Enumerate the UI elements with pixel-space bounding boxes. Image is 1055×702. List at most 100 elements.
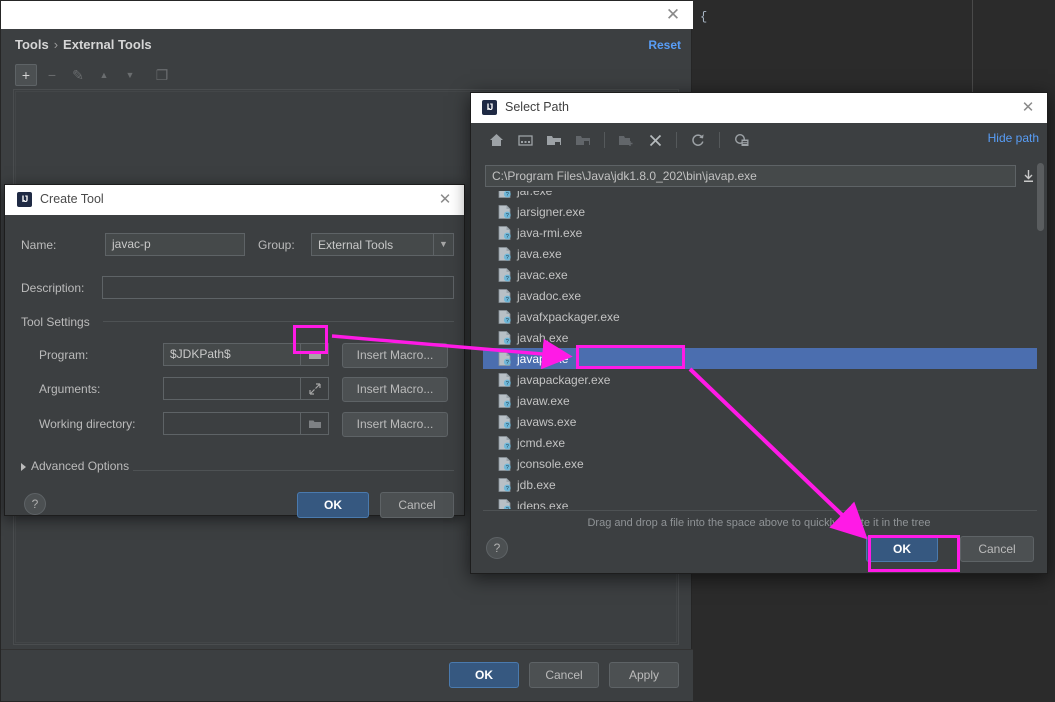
file-list-item[interactable]: ? javac.exe (483, 264, 1037, 285)
select-path-ok-button[interactable]: OK (866, 536, 938, 562)
program-insert-macro-button[interactable]: Insert Macro... (342, 343, 448, 368)
advanced-options-toggle[interactable]: Advanced Options (21, 459, 129, 473)
remove-tool-button[interactable]: − (41, 64, 63, 86)
edit-tool-button[interactable]: ✎ (67, 64, 89, 86)
file-list-scroll-content: ? jar.exe? jarsigner.exe? java-rmi.exe? java… (483, 191, 1037, 509)
arguments-expand-button[interactable] (301, 377, 329, 400)
group-combobox[interactable]: External Tools ▼ (311, 233, 454, 256)
file-list-scrollbar[interactable] (1037, 163, 1044, 231)
settings-apply-button[interactable]: Apply (609, 662, 679, 688)
file-list[interactable]: ? jar.exe? jarsigner.exe? java-rmi.exe? java… (483, 191, 1037, 509)
svg-text:?: ? (506, 402, 509, 408)
group-label: Group: (258, 238, 295, 252)
working-directory-label: Working directory: (39, 417, 136, 431)
breadcrumb-root[interactable]: Tools (15, 37, 49, 52)
editor-background (695, 0, 972, 100)
insert-path-icon[interactable] (1019, 165, 1037, 187)
svg-text:?: ? (506, 213, 509, 219)
toolbar-separator (719, 132, 720, 148)
refresh-icon[interactable] (685, 128, 711, 152)
create-tool-help-button[interactable]: ? (24, 493, 46, 515)
file-name-label: java-rmi.exe (517, 225, 583, 240)
file-list-item[interactable]: ? javaws.exe (483, 411, 1037, 432)
working-directory-browse-button[interactable] (301, 412, 329, 435)
intellij-logo-icon: IJ (482, 100, 497, 115)
file-name-label: javafxpackager.exe (517, 309, 620, 324)
home-icon[interactable] (483, 128, 509, 152)
arguments-insert-macro-button[interactable]: Insert Macro... (342, 377, 448, 402)
program-browse-button[interactable] (301, 343, 329, 366)
file-list-item[interactable]: ? jar.exe (483, 191, 1037, 201)
settings-cancel-button[interactable]: Cancel (529, 662, 599, 688)
file-name-label: jconsole.exe (517, 456, 584, 471)
project-folder-icon[interactable] (541, 128, 567, 152)
settings-ok-button[interactable]: OK (449, 662, 519, 688)
intellij-logo-icon: IJ (17, 192, 32, 207)
create-tool-ok-button[interactable]: OK (297, 492, 369, 518)
chevron-right-icon (21, 462, 26, 471)
select-path-cancel-button[interactable]: Cancel (960, 536, 1034, 562)
exe-file-icon: ? (498, 456, 511, 471)
move-up-button[interactable]: ▲ (93, 64, 115, 86)
add-tool-button[interactable]: + (15, 64, 37, 86)
file-name-label: javap.exe (517, 351, 569, 366)
reset-link[interactable]: Reset (648, 38, 681, 52)
file-name-label: javapackager.exe (517, 372, 611, 387)
create-tool-cancel-button[interactable]: Cancel (380, 492, 454, 518)
file-list-item[interactable]: ? jcmd.exe (483, 432, 1037, 453)
svg-text:?: ? (506, 486, 509, 492)
description-label: Description: (21, 281, 85, 295)
exe-file-icon: ? (498, 477, 511, 492)
folder-icon (308, 351, 321, 359)
delete-icon[interactable] (642, 128, 668, 152)
hide-path-link[interactable]: Hide path (988, 131, 1039, 145)
exe-file-icon: ? (498, 309, 511, 324)
create-tool-title: Create Tool (40, 192, 104, 206)
file-name-label: javadoc.exe (517, 288, 582, 303)
file-list-item[interactable]: ? java-rmi.exe (483, 222, 1037, 243)
file-list-item[interactable]: ? javafxpackager.exe (483, 306, 1037, 327)
file-list-item[interactable]: ? javaw.exe (483, 390, 1037, 411)
file-list-item[interactable]: ? jconsole.exe (483, 453, 1037, 474)
module-folder-icon (570, 128, 596, 152)
name-input[interactable]: javac-p (105, 233, 245, 256)
file-list-item[interactable]: ? javapackager.exe (483, 369, 1037, 390)
working-directory-input[interactable] (163, 412, 301, 435)
file-list-item[interactable]: ? jdeps.exe (483, 495, 1037, 509)
program-input[interactable]: $JDKPath$ (163, 343, 301, 366)
file-name-label: jdb.exe (517, 477, 556, 492)
exe-file-icon: ? (498, 267, 511, 282)
toolbar-separator (676, 132, 677, 148)
svg-text:?: ? (506, 234, 509, 240)
breadcrumb: Tools › External Tools (15, 37, 152, 52)
working-directory-insert-macro-button[interactable]: Insert Macro... (342, 412, 448, 437)
select-path-close-icon[interactable]: ✕ (1017, 98, 1039, 118)
svg-text:?: ? (506, 381, 509, 387)
svg-text:?: ? (506, 255, 509, 261)
name-label: Name: (21, 238, 57, 252)
file-list-item[interactable]: ? javadoc.exe (483, 285, 1037, 306)
file-list-item[interactable]: ? javah.exe (483, 327, 1037, 348)
arguments-input[interactable] (163, 377, 301, 400)
show-hidden-icon[interactable] (728, 128, 754, 152)
expand-diagonal-icon (308, 382, 321, 395)
exe-file-icon: ? (498, 225, 511, 240)
screen-root: { ✕ Tools › External Tools Reset + − ✎ ▲ ▼… (0, 0, 1055, 702)
file-list-item[interactable]: ? java.exe (483, 243, 1037, 264)
editor-code-text: { (700, 10, 708, 24)
file-name-label: jcmd.exe (517, 435, 566, 450)
move-down-button[interactable]: ▼ (119, 64, 141, 86)
create-tool-close-icon[interactable]: ✕ (434, 190, 456, 210)
file-list-item[interactable]: ? jarsigner.exe (483, 201, 1037, 222)
chevron-down-icon: ▼ (433, 234, 453, 255)
javap-exe-row[interactable]: ? javap.exe (483, 348, 1037, 369)
desktop-icon[interactable] (512, 128, 538, 152)
file-list-item[interactable]: ? jdb.exe (483, 474, 1037, 495)
settings-close-icon[interactable]: ✕ (661, 4, 685, 26)
copy-tool-button[interactable]: ❐ (151, 64, 173, 86)
path-input[interactable]: C:\Program Files\Java\jdk1.8.0_202\bin\j… (485, 165, 1016, 187)
select-path-help-button[interactable]: ? (486, 537, 508, 559)
description-input[interactable] (102, 276, 454, 299)
file-name-label: javaw.exe (517, 393, 570, 408)
exe-file-icon: ? (498, 246, 511, 261)
